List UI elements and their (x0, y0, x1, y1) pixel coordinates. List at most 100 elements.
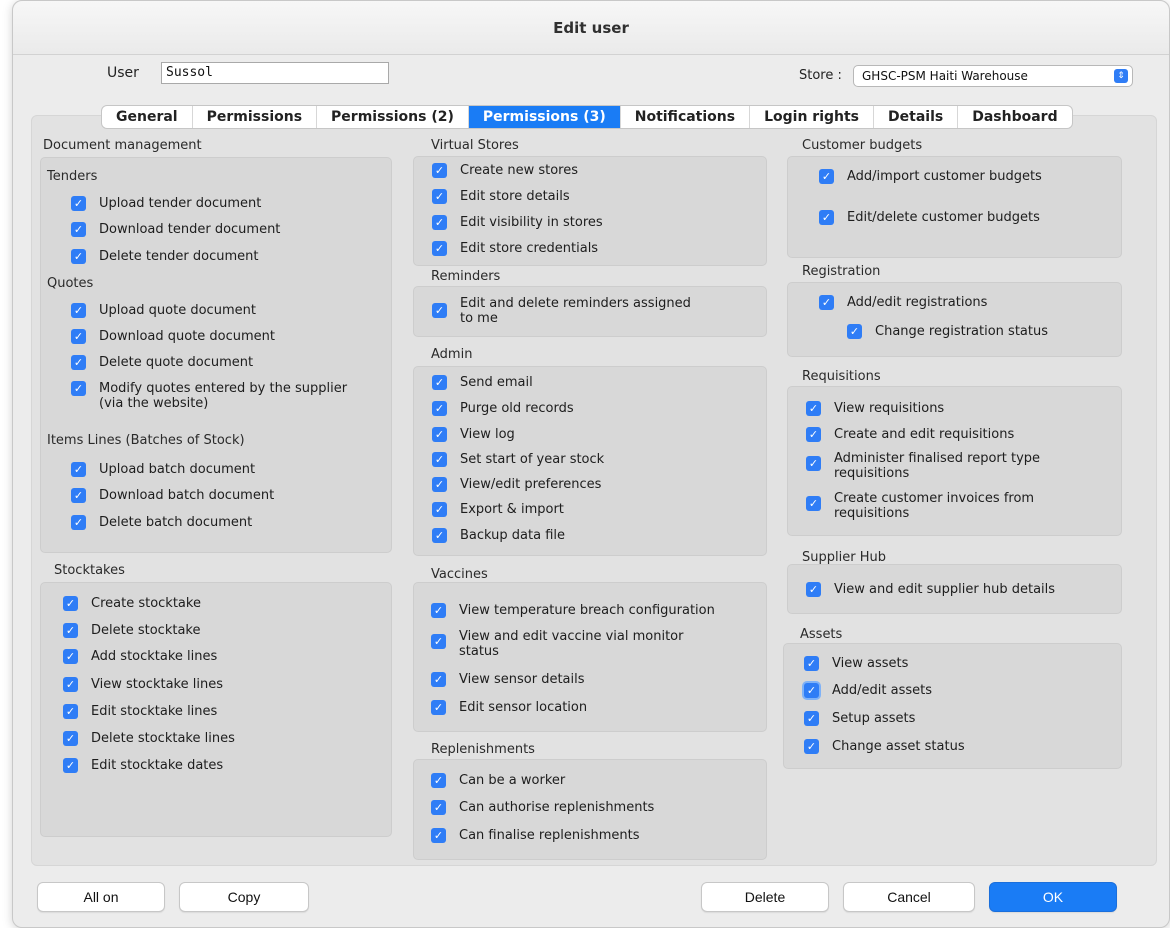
checkmark-icon: ✓ (71, 515, 86, 530)
set-start-year-stock-checkbox[interactable]: ✓ Set start of year stock (432, 452, 604, 467)
export-import-checkbox[interactable]: ✓ Export & import (432, 502, 564, 517)
up-down-chevron-icon: ⇕ (1114, 69, 1128, 83)
tab-permissions[interactable]: Permissions (193, 106, 318, 128)
copy-button[interactable]: Copy (179, 882, 309, 912)
tab-general[interactable]: General (102, 106, 193, 128)
can-authorise-replenishments-checkbox[interactable]: ✓ Can authorise replenishments (431, 800, 654, 815)
change-registration-status-checkbox[interactable]: ✓ Change registration status (847, 324, 1048, 339)
backup-data-file-checkbox[interactable]: ✓ Backup data file (432, 528, 565, 543)
supplier-hub-title: Supplier Hub (802, 550, 886, 565)
modify-quotes-checkbox[interactable]: ✓ Modify quotes entered by the supplier (v… (71, 381, 347, 411)
tab-bar: General Permissions Permissions (2) Perm… (101, 105, 1073, 129)
virtual-stores-box: ✓ Create new stores ✓ Edit store details ✓… (413, 156, 767, 266)
checkmark-icon: ✓ (432, 163, 447, 178)
checkmark-icon: ✓ (432, 375, 447, 390)
upload-tender-checkbox[interactable]: ✓ Upload tender document (71, 196, 261, 211)
checkmark-icon: ✓ (432, 452, 447, 467)
add-import-budgets-checkbox[interactable]: ✓ Add/import customer budgets (819, 169, 1042, 184)
tab-notifications[interactable]: Notifications (621, 106, 751, 128)
cancel-button[interactable]: Cancel (843, 882, 975, 912)
purge-old-records-checkbox[interactable]: ✓ Purge old records (432, 401, 574, 416)
view-assets-checkbox[interactable]: ✓ View assets (804, 656, 908, 671)
checkmark-icon: ✓ (431, 828, 446, 843)
create-new-stores-checkbox[interactable]: ✓ Create new stores (432, 163, 578, 178)
checkmark-icon: ✓ (71, 329, 86, 344)
checkmark-icon: ✓ (432, 189, 447, 204)
checkmark-icon: ✓ (806, 582, 821, 597)
upload-batch-checkbox[interactable]: ✓ Upload batch document (71, 462, 255, 477)
edit-store-credentials-checkbox[interactable]: ✓ Edit store credentials (432, 241, 598, 256)
edit-delete-budgets-checkbox[interactable]: ✓ Edit/delete customer budgets (819, 210, 1040, 225)
edit-store-details-checkbox[interactable]: ✓ Edit store details (432, 189, 570, 204)
can-finalise-replenishments-checkbox[interactable]: ✓ Can finalise replenishments (431, 828, 640, 843)
supplier-hub-box: ✓ View and edit supplier hub details (787, 564, 1122, 614)
delete-quote-checkbox[interactable]: ✓ Delete quote document (71, 355, 253, 370)
admin-title: Admin (431, 347, 473, 362)
view-temp-breach-config-checkbox[interactable]: ✓ View temperature breach configuration (431, 603, 715, 618)
edit-sensor-location-checkbox[interactable]: ✓ Edit sensor location (431, 700, 587, 715)
delete-stocktake-lines-checkbox[interactable]: ✓ Delete stocktake lines (63, 731, 235, 746)
delete-batch-checkbox[interactable]: ✓ Delete batch document (71, 515, 252, 530)
user-input[interactable]: Sussol (161, 62, 389, 84)
checkmark-icon: ✓ (63, 596, 78, 611)
tab-dashboard[interactable]: Dashboard (958, 106, 1071, 128)
document-management-box: Tenders ✓ Upload tender document ✓ Downloa… (40, 157, 392, 553)
edit-delete-reminders-checkbox[interactable]: ✓ Edit and delete reminders assigned to me (432, 296, 691, 326)
send-email-checkbox[interactable]: ✓ Send email (432, 375, 533, 390)
create-stocktake-checkbox[interactable]: ✓ Create stocktake (63, 596, 201, 611)
add-edit-assets-checkbox[interactable]: ✓ Add/edit assets (804, 683, 932, 698)
stocktakes-title: Stocktakes (54, 563, 125, 578)
checkmark-icon: ✓ (63, 677, 78, 692)
view-log-checkbox[interactable]: ✓ View log (432, 427, 515, 442)
stocktakes-box: ✓ Create stocktake ✓ Delete stocktake ✓ Add… (40, 582, 392, 837)
upload-quote-checkbox[interactable]: ✓ Upload quote document (71, 303, 256, 318)
replenishments-title: Replenishments (431, 742, 535, 757)
add-stocktake-lines-checkbox[interactable]: ✓ Add stocktake lines (63, 649, 217, 664)
checkmark-icon: ✓ (431, 700, 446, 715)
checkmark-icon: ✓ (432, 427, 447, 442)
edit-user-window: Edit user User Sussol Store : GHSC-PSM H… (12, 0, 1170, 928)
tab-permissions-2[interactable]: Permissions (2) (317, 106, 469, 128)
edit-stocktake-dates-checkbox[interactable]: ✓ Edit stocktake dates (63, 758, 223, 773)
view-requisitions-checkbox[interactable]: ✓ View requisitions (806, 401, 944, 416)
view-edit-preferences-checkbox[interactable]: ✓ View/edit preferences (432, 477, 601, 492)
view-stocktake-lines-checkbox[interactable]: ✓ View stocktake lines (63, 677, 223, 692)
vaccine-vial-monitor-checkbox[interactable]: ✓ View and edit vaccine vial monitor statu… (431, 629, 683, 659)
ok-button[interactable]: OK (989, 882, 1117, 912)
checkmark-icon: ✓ (819, 295, 834, 310)
store-label: Store : (799, 68, 842, 83)
download-tender-checkbox[interactable]: ✓ Download tender document (71, 222, 280, 237)
create-customer-invoices-checkbox[interactable]: ✓ Create customer invoices from requisitio… (806, 491, 1034, 521)
change-asset-status-checkbox[interactable]: ✓ Change asset status (804, 739, 965, 754)
checkmark-icon: ✓ (432, 528, 447, 543)
checkmark-icon: ✓ (63, 623, 78, 638)
tab-login-rights[interactable]: Login rights (750, 106, 875, 128)
edit-visibility-checkbox[interactable]: ✓ Edit visibility in stores (432, 215, 603, 230)
checkmark-icon: ✓ (431, 773, 446, 788)
download-quote-checkbox[interactable]: ✓ Download quote document (71, 329, 275, 344)
items-lines-title: Items Lines (Batches of Stock) (47, 433, 245, 448)
administer-finalised-checkbox[interactable]: ✓ Administer finalised report type requisi… (806, 451, 1040, 481)
delete-stocktake-checkbox[interactable]: ✓ Delete stocktake (63, 623, 200, 638)
add-edit-registrations-checkbox[interactable]: ✓ Add/edit registrations (819, 295, 987, 310)
delete-button[interactable]: Delete (701, 882, 829, 912)
all-on-button[interactable]: All on (37, 882, 165, 912)
edit-stocktake-lines-checkbox[interactable]: ✓ Edit stocktake lines (63, 704, 217, 719)
tab-permissions-3[interactable]: Permissions (3) (468, 106, 621, 128)
quotes-title: Quotes (47, 276, 94, 291)
requisitions-title: Requisitions (802, 369, 881, 384)
store-select[interactable]: GHSC-PSM Haiti Warehouse ⇕ (853, 65, 1133, 87)
checkmark-icon: ✓ (71, 381, 86, 396)
create-edit-requisitions-checkbox[interactable]: ✓ Create and edit requisitions (806, 427, 1014, 442)
checkmark-icon: ✓ (806, 401, 821, 416)
delete-tender-checkbox[interactable]: ✓ Delete tender document (71, 249, 259, 264)
download-batch-checkbox[interactable]: ✓ Download batch document (71, 488, 274, 503)
checkmark-icon: ✓ (431, 634, 446, 649)
tab-content-panel: Document management Tenders ✓ Upload tend… (31, 115, 1157, 866)
tab-details[interactable]: Details (874, 106, 959, 128)
view-edit-supplier-hub-checkbox[interactable]: ✓ View and edit supplier hub details (806, 582, 1055, 597)
assets-title: Assets (800, 627, 843, 642)
can-be-worker-checkbox[interactable]: ✓ Can be a worker (431, 773, 565, 788)
setup-assets-checkbox[interactable]: ✓ Setup assets (804, 711, 915, 726)
view-sensor-details-checkbox[interactable]: ✓ View sensor details (431, 672, 585, 687)
